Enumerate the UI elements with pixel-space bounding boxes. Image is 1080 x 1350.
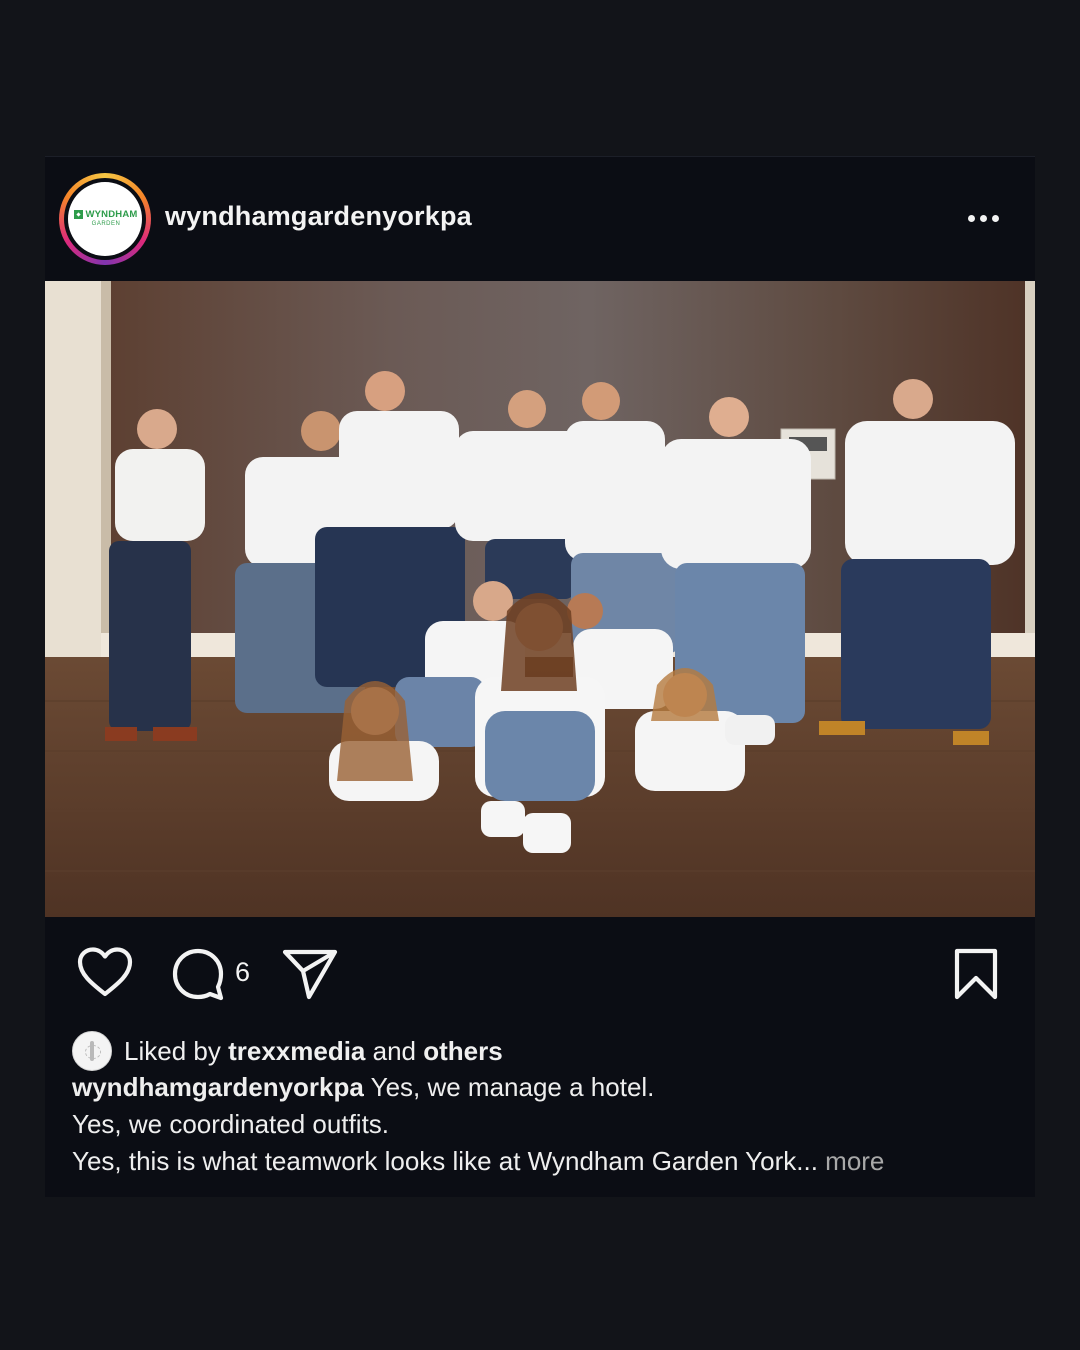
liked-by-text: Liked by trexxmedia and others <box>124 1035 503 1066</box>
caption-line-3: Yes, this is what teamwork looks like at… <box>72 1146 826 1176</box>
comment-bubble-icon[interactable] <box>171 947 225 1001</box>
heart-outline-icon[interactable] <box>77 947 133 999</box>
post-header: WYNDHAM GARDEN wyndhamgardenyorkpa <box>45 157 1035 281</box>
brand-logo: WYNDHAM GARDEN <box>74 209 138 227</box>
post-caption: wyndhamgardenyorkpa Yes, we manage a hot… <box>72 1069 1012 1180</box>
more-horizontal-icon <box>967 214 975 222</box>
more-options-button[interactable] <box>959 203 1007 233</box>
send-paper-plane-icon[interactable] <box>281 947 339 1001</box>
caption-more-link[interactable]: more <box>825 1146 884 1176</box>
liked-by-row[interactable]: Liked by trexxmedia and others <box>72 1031 503 1071</box>
team-group-photo <box>45 281 1035 917</box>
liker-avatar <box>72 1031 112 1071</box>
post-actions-bar: 6 <box>45 917 1035 1027</box>
profile-avatar: WYNDHAM GARDEN <box>68 182 142 256</box>
post-card: WYNDHAM GARDEN wyndhamgardenyorkpa 6 Lik… <box>45 156 1035 1197</box>
wyndham-logo-icon <box>74 210 84 219</box>
post-photo[interactable] <box>45 281 1035 917</box>
profile-avatar-story-ring[interactable]: WYNDHAM GARDEN <box>59 173 151 265</box>
likes-others-link[interactable]: others <box>423 1036 502 1066</box>
caption-username[interactable]: wyndhamgardenyorkpa <box>72 1072 364 1102</box>
post-username[interactable]: wyndhamgardenyorkpa <box>165 201 472 232</box>
caption-line-2: Yes, we coordinated outfits. <box>72 1109 390 1139</box>
bookmark-outline-icon[interactable] <box>953 947 999 1001</box>
caption-line-1: Yes, we manage a hotel. <box>363 1072 655 1102</box>
comment-count: 6 <box>235 957 251 987</box>
liker-username[interactable]: trexxmedia <box>228 1036 365 1066</box>
